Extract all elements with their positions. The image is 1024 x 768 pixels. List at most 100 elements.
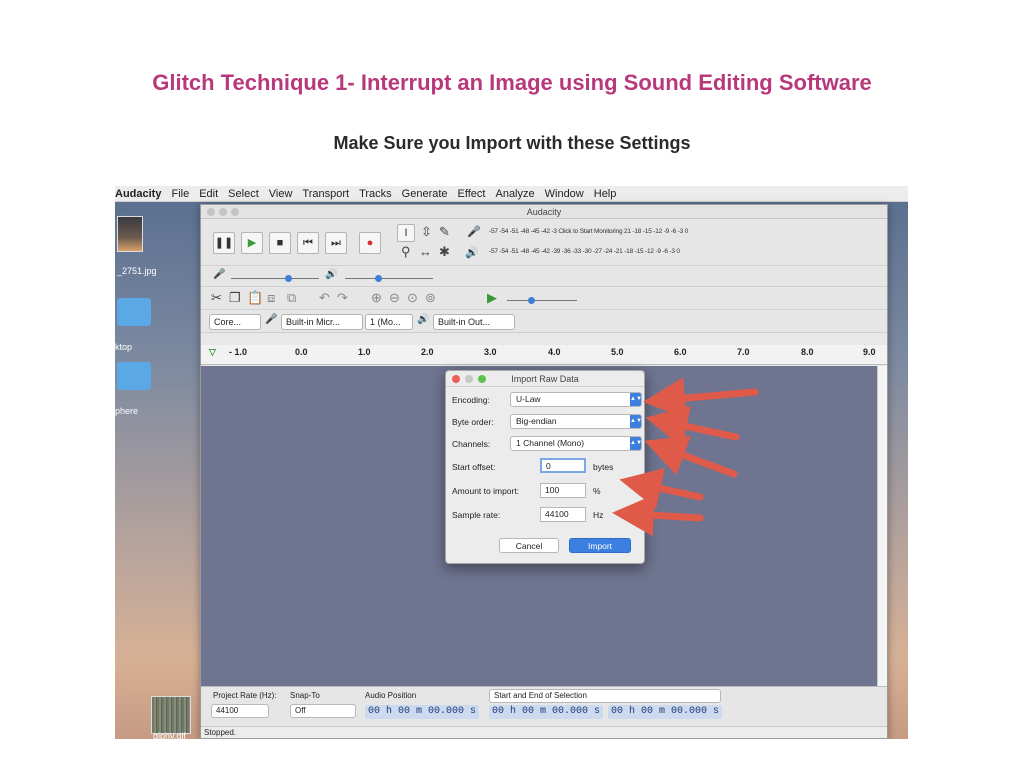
ruler-tick: 1.0 — [358, 347, 371, 357]
start-offset-unit: bytes — [593, 462, 614, 472]
draw-tool-icon[interactable]: ✎ — [439, 224, 450, 240]
amount-to-import-label: Amount to import: — [452, 486, 520, 496]
menu-analyze[interactable]: Analyze — [495, 188, 534, 200]
audio-position-time[interactable]: 00 h 00 m 00.000 s — [365, 705, 480, 719]
timeshift-tool-icon[interactable]: ↔ — [419, 244, 432, 259]
copy-icon[interactable]: ❐ — [229, 290, 241, 306]
input-device-select[interactable]: Built-in Micr... — [281, 314, 363, 330]
play-at-speed-icon[interactable]: ▶ — [487, 290, 497, 306]
multi-tool-icon[interactable]: ✱ — [439, 244, 450, 260]
amount-to-import-input[interactable]: 100 — [540, 483, 586, 498]
zoom-out-icon[interactable]: ⊖ — [389, 290, 400, 306]
menu-view[interactable]: View — [269, 188, 293, 200]
play-speed-knob[interactable] — [528, 297, 535, 304]
byte-order-select[interactable]: Big-endian ▲▼ — [510, 414, 642, 429]
output-volume-slider[interactable] — [345, 278, 433, 279]
play-icon[interactable]: ▶ — [241, 232, 263, 254]
selection-tool-icon[interactable]: I — [397, 224, 415, 242]
image-file-icon[interactable] — [117, 216, 143, 252]
folder-icon[interactable] — [117, 362, 151, 390]
audio-position-label: Audio Position — [365, 691, 417, 700]
channels-select[interactable]: 1 Channel (Mono) ▲▼ — [510, 436, 642, 451]
chevron-updown-icon: ▲▼ — [630, 415, 642, 428]
minimize-window-button[interactable] — [219, 208, 227, 216]
cancel-button[interactable]: Cancel — [499, 538, 559, 553]
byte-order-value: Big-endian — [516, 416, 557, 426]
device-toolbar: Core... 🎤 Built-in Micr... 1 (Mo... 🔊 Bu… — [201, 311, 887, 333]
stop-icon[interactable]: ■ — [269, 232, 291, 254]
minimize-dialog-button — [465, 375, 473, 383]
paste-icon[interactable]: 📋 — [247, 290, 263, 306]
input-volume-icon: 🎤 — [213, 269, 226, 280]
record-meter[interactable]: -57 -54 -51 -48 -45 -42 -3 Click to Star… — [489, 228, 688, 235]
start-offset-input[interactable]: 0 — [540, 458, 586, 473]
menu-select[interactable]: Select — [228, 188, 259, 200]
record-icon[interactable]: ● — [359, 232, 381, 254]
input-volume-knob[interactable] — [285, 275, 292, 282]
menu-file[interactable]: File — [171, 188, 189, 200]
fit-selection-icon[interactable]: ⊙ — [407, 290, 418, 306]
import-raw-data-dialog: Import Raw Data Encoding: U-Law ▲▼ Byte … — [445, 370, 645, 564]
close-window-button[interactable] — [207, 208, 215, 216]
ruler-tick: 0.0 — [295, 347, 308, 357]
encoding-value: U-Law — [516, 394, 541, 404]
zoom-window-button[interactable] — [231, 208, 239, 216]
chevron-updown-icon: ▲▼ — [630, 393, 642, 406]
close-dialog-button[interactable] — [452, 375, 460, 383]
microphone-icon[interactable]: 🎤 — [467, 225, 481, 238]
output-device-select[interactable]: Built-in Out... — [433, 314, 515, 330]
selection-start-time[interactable]: 00 h 00 m 00.000 s — [489, 705, 604, 719]
encoding-select[interactable]: U-Law ▲▼ — [510, 392, 642, 407]
zoom-tool-icon[interactable]: ⚲ — [401, 244, 411, 260]
pause-icon[interactable]: ❚❚ — [213, 232, 235, 254]
snap-to-label: Snap-To — [290, 691, 320, 700]
envelope-tool-icon[interactable]: ⇳ — [421, 224, 432, 240]
fit-project-icon[interactable]: ⊚ — [425, 290, 436, 306]
gif-file-icon[interactable] — [151, 696, 191, 734]
vertical-scrollbar[interactable] — [877, 366, 887, 686]
mac-menubar: Audacity File Edit Select View Transport… — [115, 186, 908, 202]
redo-icon[interactable]: ↷ — [337, 290, 348, 306]
silence-icon[interactable]: ⧉ — [287, 290, 296, 306]
ruler-tick: 6.0 — [674, 347, 687, 357]
timeline-ruler[interactable]: ▽ - 1.0 0.0 1.0 2.0 3.0 4.0 5.0 6.0 7.0 … — [201, 345, 887, 365]
input-volume-slider[interactable] — [231, 278, 319, 279]
import-button[interactable]: Import — [569, 538, 631, 553]
project-rate-label: Project Rate (Hz): — [213, 691, 277, 700]
snap-to-select[interactable]: Off — [290, 704, 356, 718]
play-speed-slider[interactable] — [507, 300, 577, 301]
sample-rate-input[interactable]: 44100 — [540, 507, 586, 522]
selection-end-time[interactable]: 00 h 00 m 00.000 s — [608, 705, 723, 719]
status-bar: Stopped. — [201, 726, 887, 738]
playback-meter[interactable]: -57 -54 -51 -48 -45 -42 -39 -36 -33 -30 … — [489, 248, 680, 255]
dialog-title: Import Raw Data — [511, 374, 579, 384]
speaker-icon[interactable]: 🔊 — [465, 246, 479, 259]
output-volume-knob[interactable] — [375, 275, 382, 282]
selection-mode-select[interactable]: Start and End of Selection — [489, 689, 721, 703]
menu-tracks[interactable]: Tracks — [359, 188, 392, 200]
menu-window[interactable]: Window — [545, 188, 584, 200]
ruler-tick: 5.0 — [611, 347, 624, 357]
skip-end-icon[interactable]: ⏭ — [325, 232, 347, 254]
menu-edit[interactable]: Edit — [199, 188, 218, 200]
trim-icon[interactable]: ⧈ — [267, 290, 275, 306]
input-channels-select[interactable]: 1 (Mo... — [365, 314, 413, 330]
folder-icon[interactable] — [117, 298, 151, 326]
skip-start-icon[interactable]: ⏮ — [297, 232, 319, 254]
channels-value: 1 Channel (Mono) — [516, 438, 585, 448]
menu-help[interactable]: Help — [594, 188, 617, 200]
byte-order-label: Byte order: — [452, 417, 494, 427]
ruler-tick: - 1.0 — [229, 347, 248, 357]
project-rate-select[interactable]: 44100 — [211, 704, 269, 718]
folder-label-sphere: phere — [115, 406, 139, 416]
channels-label: Channels: — [452, 439, 491, 449]
menu-generate[interactable]: Generate — [402, 188, 448, 200]
zoom-in-icon[interactable]: ⊕ — [371, 290, 382, 306]
menu-transport[interactable]: Transport — [302, 188, 349, 200]
menu-effect[interactable]: Effect — [458, 188, 486, 200]
zoom-dialog-button[interactable] — [478, 375, 486, 383]
cut-icon[interactable]: ✂ — [211, 290, 222, 306]
menu-audacity[interactable]: Audacity — [115, 188, 161, 200]
audio-host-select[interactable]: Core... — [209, 314, 261, 330]
undo-icon[interactable]: ↶ — [319, 290, 330, 306]
